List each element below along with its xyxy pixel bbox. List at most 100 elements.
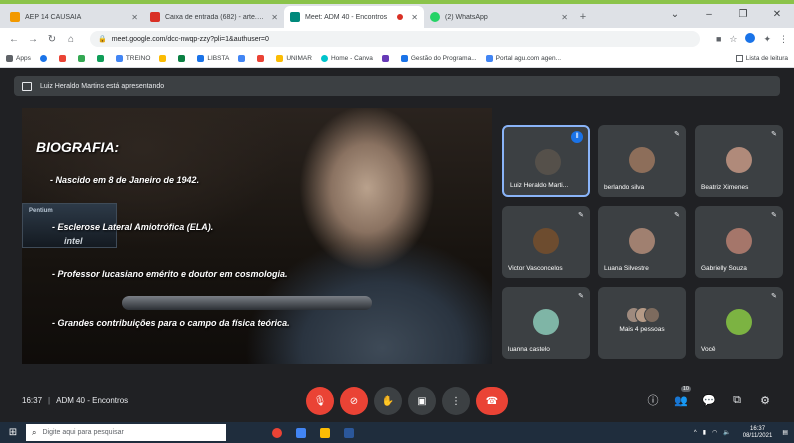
taskbar-clock[interactable]: 16:37 08/11/2021 bbox=[743, 426, 773, 440]
bookmark-favicon-icon bbox=[178, 55, 186, 62]
home-icon[interactable]: ⌂ bbox=[63, 34, 79, 45]
mic-toggle-button[interactable]: 🎙 bbox=[306, 387, 334, 415]
participant-tile[interactable]: ⦀ Luiz Heraldo Marti... bbox=[502, 125, 590, 197]
explorer-app-icon[interactable] bbox=[290, 424, 312, 441]
tray-chevron-icon[interactable]: ^ bbox=[694, 430, 697, 436]
minimize-icon[interactable]: – bbox=[692, 4, 726, 28]
word-app-icon[interactable] bbox=[338, 424, 360, 441]
mic-off-icon: ✎ bbox=[674, 212, 680, 219]
participant-tile[interactable]: ✎ Gabrielly Souza bbox=[695, 206, 783, 278]
reading-list-icon bbox=[735, 55, 743, 62]
participant-tile[interactable]: ✎ luanna castelo bbox=[502, 287, 590, 359]
chevron-down-icon[interactable]: ⌄ bbox=[658, 4, 692, 28]
wifi-icon[interactable]: ◠ bbox=[712, 429, 717, 436]
chat-icon[interactable]: 💬 bbox=[698, 394, 720, 407]
volume-icon[interactable]: 🔈 bbox=[723, 429, 730, 436]
avatar bbox=[644, 307, 660, 323]
mic-off-icon: ✎ bbox=[771, 131, 777, 138]
grouped-avatars bbox=[626, 307, 660, 325]
leave-call-button[interactable]: ☎ bbox=[476, 387, 508, 415]
slide-bullet: - Esclerose Lateral Amiotrófica (ELA). bbox=[52, 222, 214, 232]
slide-bullet: - Nascido em 8 de Janeiro de 1942. bbox=[50, 175, 200, 185]
maximize-icon[interactable]: ❐ bbox=[726, 4, 760, 28]
camera-toggle-button[interactable]: ⊘ bbox=[340, 387, 368, 415]
bookmark-item[interactable]: TREINO bbox=[115, 55, 150, 62]
presentation-stage[interactable]: Pentium intel BIOGRAFIA: - Nascido em 8 … bbox=[22, 108, 492, 364]
new-tab-button[interactable]: + bbox=[574, 6, 592, 28]
taskbar-search-box[interactable]: ⌕ Digite aqui para pesquisar bbox=[26, 424, 226, 441]
chrome-app-icon[interactable] bbox=[266, 424, 288, 441]
bookmark-favicon-icon bbox=[197, 55, 205, 62]
windows-start-icon[interactable]: ⊞ bbox=[0, 427, 26, 438]
host-controls-icon[interactable]: ⚙ bbox=[754, 394, 776, 407]
system-tray: ^ ▮ ◠ 🔈 16:37 08/11/2021 ▤ bbox=[694, 422, 788, 443]
bookmark-favicon-icon bbox=[381, 55, 389, 62]
menu-dots-icon[interactable]: ⋮ bbox=[779, 34, 788, 45]
browser-tab-active[interactable]: Meet: ADM 40 - Encontros ✕ bbox=[284, 6, 424, 28]
participant-name: Luana Silvestre bbox=[604, 265, 649, 272]
bookmark-favicon-icon bbox=[115, 55, 123, 62]
more-participants-tile[interactable]: Mais 4 pessoas bbox=[598, 287, 686, 359]
people-count-badge: 10 bbox=[680, 385, 691, 392]
puzzle-icon[interactable]: ✦ bbox=[763, 34, 771, 45]
back-icon[interactable]: ← bbox=[6, 34, 22, 45]
more-options-button[interactable]: ⋮ bbox=[442, 387, 470, 415]
activities-icon[interactable]: ⧉ bbox=[726, 394, 748, 407]
present-screen-icon bbox=[22, 81, 32, 91]
close-tab-icon[interactable]: ✕ bbox=[271, 13, 278, 22]
battery-icon[interactable]: ▮ bbox=[703, 429, 706, 436]
participant-tile[interactable]: ✎ Beatriz Ximenes bbox=[695, 125, 783, 197]
bookmark-item[interactable]: Home - Canva bbox=[320, 55, 373, 62]
participant-tile[interactable]: ✎ Luana Silvestre bbox=[598, 206, 686, 278]
self-tile[interactable]: ✎ Você bbox=[695, 287, 783, 359]
folder-app-icon[interactable] bbox=[314, 424, 336, 441]
browser-tab[interactable]: (2) WhatsApp ✕ bbox=[424, 6, 574, 28]
meeting-name: ADM 40 - Encontros bbox=[56, 396, 129, 405]
close-tab-icon[interactable]: ✕ bbox=[411, 13, 418, 22]
reload-icon[interactable]: ↻ bbox=[44, 34, 60, 45]
present-button[interactable]: ▣ bbox=[408, 387, 436, 415]
extension-icon[interactable] bbox=[745, 33, 756, 45]
browser-tab[interactable]: Caixa de entrada (682) - arte.ad... ✕ bbox=[144, 6, 284, 28]
bookmark-item[interactable] bbox=[159, 55, 169, 62]
close-tab-icon[interactable]: ✕ bbox=[561, 13, 568, 22]
bookmark-star-icon[interactable]: ☆ bbox=[729, 34, 737, 45]
bookmark-item[interactable] bbox=[39, 55, 50, 62]
address-bar[interactable]: 🔒 meet.google.com/dcc-nwqp-zzy?pli=1&aut… bbox=[90, 31, 700, 47]
bookmark-item[interactable] bbox=[381, 55, 392, 62]
bookmark-item[interactable] bbox=[96, 55, 107, 62]
forward-icon[interactable]: → bbox=[25, 34, 41, 45]
bookmark-favicon-icon bbox=[238, 55, 246, 62]
notifications-icon[interactable]: ▤ bbox=[782, 429, 788, 436]
participant-name: Victor Vasconcelos bbox=[508, 265, 563, 272]
bookmark-item[interactable] bbox=[77, 55, 88, 62]
people-icon[interactable]: 👥 10 bbox=[670, 385, 692, 407]
reading-list[interactable]: Lista de leitura bbox=[735, 55, 788, 62]
presenting-text: Luiz Heraldo Martins está apresentando bbox=[40, 82, 165, 90]
browser-tab[interactable]: AEP 14 CAUSAIA ✕ bbox=[4, 6, 144, 28]
raise-hand-button[interactable]: ✋ bbox=[374, 387, 402, 415]
info-icon[interactable]: ⓘ bbox=[642, 392, 664, 408]
camera-icon[interactable]: ■ bbox=[716, 34, 721, 44]
bookmark-item[interactable]: Portal agu.com agen... bbox=[485, 55, 561, 62]
avatar bbox=[726, 147, 752, 173]
bookmark-item[interactable]: Gestão do Programa... bbox=[400, 55, 477, 62]
bookmark-apps[interactable]: Apps bbox=[6, 55, 31, 62]
bookmark-favicon-icon bbox=[77, 55, 85, 62]
slide-bullet: - Grandes contribuições para o campo da … bbox=[52, 318, 290, 328]
participant-tile[interactable]: ✎ Victor Vasconcelos bbox=[502, 206, 590, 278]
bookmark-item[interactable] bbox=[58, 55, 69, 62]
monitor-label: Pentium bbox=[29, 208, 53, 214]
bookmark-item[interactable]: LIBSTA bbox=[197, 55, 229, 62]
bookmark-item[interactable] bbox=[178, 55, 188, 62]
mic-off-icon: ✎ bbox=[578, 293, 584, 300]
participant-name: Beatriz Ximenes bbox=[701, 184, 749, 191]
close-tab-icon[interactable]: ✕ bbox=[131, 13, 138, 22]
slide-bullet: - Professor lucasiano emérito e doutor e… bbox=[52, 269, 288, 279]
bookmark-item[interactable]: UNIMAR bbox=[276, 55, 312, 62]
tab-title: Meet: ADM 40 - Encontros bbox=[305, 13, 388, 21]
close-icon[interactable]: ✕ bbox=[760, 4, 794, 28]
bookmark-item[interactable] bbox=[257, 55, 267, 62]
bookmark-item[interactable] bbox=[238, 55, 248, 62]
participant-tile[interactable]: ✎ berlando silva bbox=[598, 125, 686, 197]
